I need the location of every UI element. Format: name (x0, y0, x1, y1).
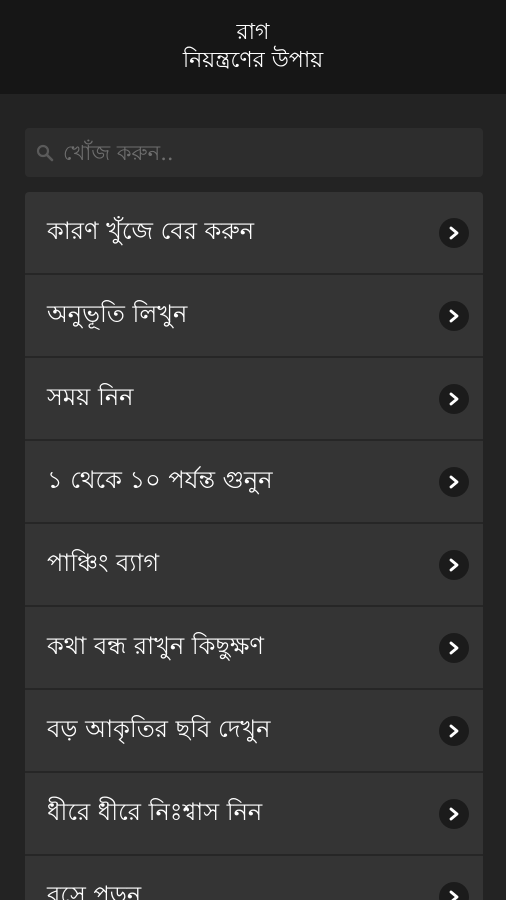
list-item[interactable]: বড় আকৃতির ছবি দেখুন (25, 690, 483, 773)
chevron-right-icon (439, 881, 469, 900)
list-item[interactable]: পাঞ্চিং ব্যাগ (25, 524, 483, 607)
search-bar (25, 128, 483, 177)
chevron-right-icon (439, 632, 469, 663)
search-input[interactable] (59, 132, 483, 173)
page-title-line1: রাগ (236, 20, 270, 45)
search-icon (31, 139, 59, 167)
page-title-line2: নিয়ন্ত্রণের উপায় (182, 48, 324, 73)
app-header: রাগ নিয়ন্ত্রণের উপায় (0, 0, 506, 94)
list-item-label: পাঞ্চিং ব্যাগ (47, 548, 160, 577)
list-item-label: কথা বন্ধ রাখুন কিছুক্ষণ (47, 631, 264, 660)
chevron-right-icon (439, 798, 469, 829)
list-item-label: ১ থেকে ১০ পর্যন্ত গুনুন (47, 465, 273, 494)
chevron-right-icon (439, 549, 469, 580)
chevron-right-icon (439, 466, 469, 497)
list-item[interactable]: অনুভূতি লিখুন (25, 275, 483, 358)
list-item-label: বড় আকৃতির ছবি দেখুন (47, 714, 271, 743)
list-item-label: বসে পড়ুন (47, 880, 142, 900)
chevron-right-icon (439, 300, 469, 331)
topic-list: কারণ খুঁজে বের করুন অনুভূতি লিখুন সময় ন… (25, 192, 483, 900)
list-item[interactable]: বসে পড়ুন (25, 856, 483, 900)
chevron-right-icon (439, 217, 469, 248)
chevron-right-icon (439, 715, 469, 746)
list-item[interactable]: কথা বন্ধ রাখুন কিছুক্ষণ (25, 607, 483, 690)
list-item[interactable]: কারণ খুঁজে বের করুন (25, 192, 483, 275)
list-item-label: কারণ খুঁজে বের করুন (47, 216, 255, 245)
list-item[interactable]: ১ থেকে ১০ পর্যন্ত গুনুন (25, 441, 483, 524)
list-item-label: সময় নিন (47, 382, 134, 411)
chevron-right-icon (439, 383, 469, 414)
list-item[interactable]: সময় নিন (25, 358, 483, 441)
list-item[interactable]: ধীরে ধীরে নিঃশ্বাস নিন (25, 773, 483, 856)
list-item-label: অনুভূতি লিখুন (47, 299, 188, 328)
list-item-label: ধীরে ধীরে নিঃশ্বাস নিন (47, 797, 263, 826)
